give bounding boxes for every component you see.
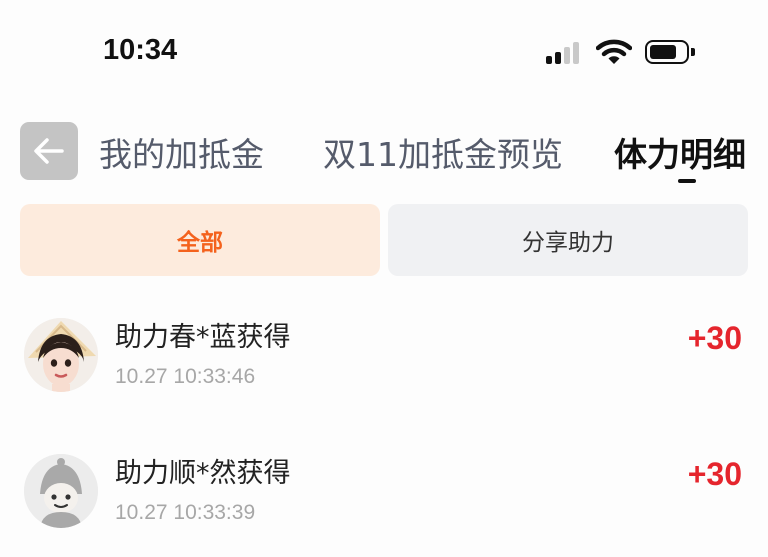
- list-item: 助力顺*然获得 10.27 10:33:39 +30: [0, 446, 768, 556]
- arrow-left-icon: [34, 138, 64, 164]
- tab-double11-preview[interactable]: 双11加抵金预览: [323, 128, 563, 176]
- status-bar: 10:34: [0, 0, 768, 100]
- record-time: 10.27 10:33:46: [115, 365, 256, 388]
- record-time: 10.27 10:33:39: [115, 501, 256, 524]
- wifi-icon: [595, 38, 633, 66]
- filter-share-help-button[interactable]: 分享助力: [388, 204, 748, 276]
- tab-my-deduction[interactable]: 我的加抵金: [99, 128, 264, 176]
- filter-all-button[interactable]: 全部: [20, 204, 380, 276]
- record-amount: +30: [687, 456, 742, 492]
- tab-stamina-details[interactable]: 体力明细: [614, 128, 746, 176]
- cellular-signal-icon: [546, 40, 584, 64]
- list-item: 助力春*蓝获得 10.27 10:33:46 +30: [0, 310, 768, 420]
- status-time: 10:34: [103, 34, 178, 66]
- back-button[interactable]: [20, 122, 78, 180]
- record-title: 助力春*蓝获得: [115, 322, 291, 353]
- record-amount: +30: [687, 320, 742, 356]
- avatar: [24, 318, 98, 392]
- battery-icon: [645, 40, 695, 64]
- tab-bar: 我的加抵金 双11加抵金预览 体力明细: [0, 110, 768, 190]
- active-tab-indicator: [678, 179, 696, 183]
- avatar: [24, 454, 98, 528]
- record-title: 助力顺*然获得: [115, 458, 291, 489]
- filter-bar: 全部 分享助力: [20, 204, 748, 276]
